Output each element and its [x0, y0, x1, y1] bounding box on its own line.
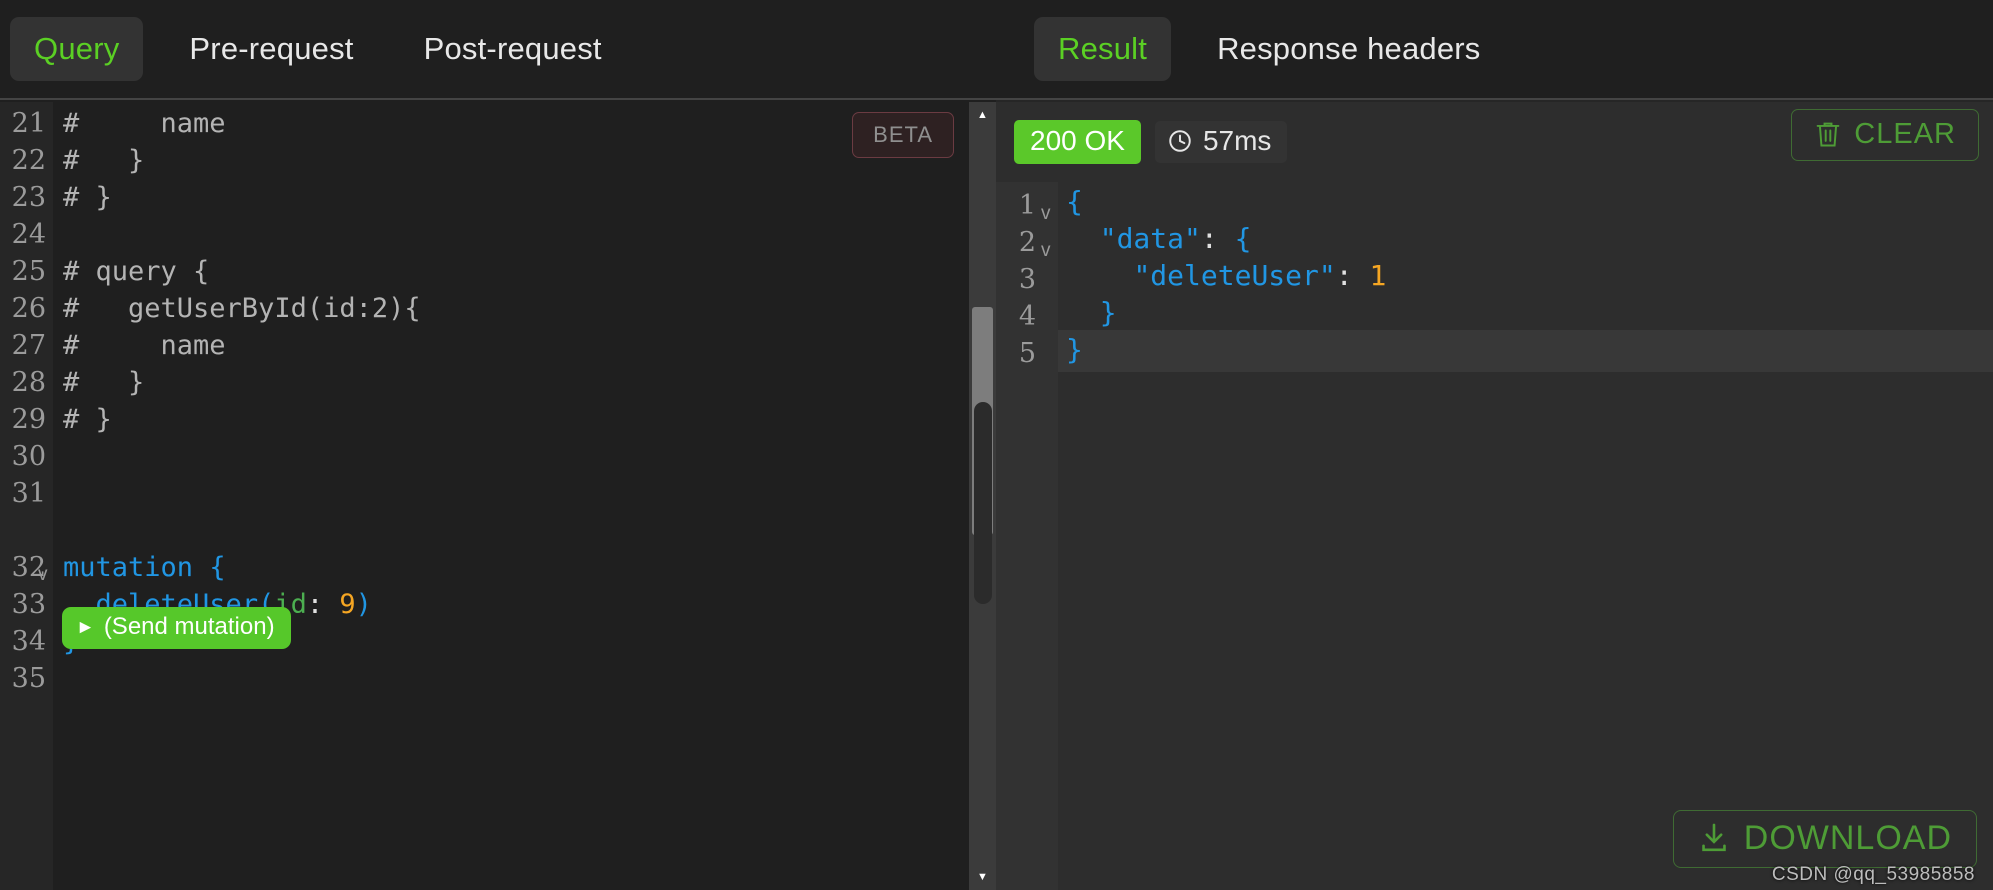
duration-badge: 57ms — [1154, 121, 1288, 163]
json-line-close-inner: } — [1066, 299, 1117, 327]
response-status-bar: 200 OK 57ms CLEAR — [996, 102, 1993, 182]
token-number: 9 — [339, 589, 356, 620]
code-line: # getUserById(id:2){ — [63, 293, 421, 324]
token-indent-3 — [1066, 296, 1100, 329]
response-line-number: 1 — [1018, 190, 1036, 221]
token-colon: : — [306, 589, 324, 620]
response-body[interactable]: 1 v 2 v 3 4 5 { "data": { "deleteUser": … — [996, 182, 1993, 890]
download-icon — [1698, 821, 1730, 855]
duration-label: 57ms — [1202, 125, 1272, 156]
json-line-open: { — [1066, 188, 1083, 216]
play-icon: ► — [76, 616, 95, 638]
tab-response-headers[interactable]: Response headers — [1193, 17, 1504, 81]
response-line-number: 2 — [1018, 227, 1036, 258]
scroll-down-arrow-icon[interactable]: ▼ — [969, 866, 996, 888]
request-panel: Query Pre-request Post-request 21 22 23 … — [0, 0, 996, 890]
clock-icon — [1167, 128, 1193, 154]
line-number: 34 — [11, 626, 46, 657]
token-keyword: mutation — [63, 552, 194, 583]
code-line: # name — [63, 108, 226, 139]
json-line-close-outer: } — [1066, 336, 1083, 364]
line-number: 21 — [11, 108, 46, 139]
code-line: # } — [63, 367, 145, 398]
code-line: # } — [63, 182, 112, 213]
token-brace: { — [1066, 185, 1083, 218]
token-key: "data" — [1099, 222, 1201, 255]
line-number: 29 — [11, 404, 46, 435]
token-key: "deleteUser" — [1133, 259, 1336, 292]
request-tabbar: Query Pre-request Post-request — [0, 0, 996, 100]
clear-button[interactable]: CLEAR — [1791, 109, 1979, 161]
json-line-data: "data": { — [1066, 222, 1252, 255]
query-editor[interactable]: 21 22 23 24 25 26 27 28 29 30 31 32 v 33… — [0, 102, 996, 890]
response-line-number: 3 — [1018, 264, 1036, 295]
token-brace: { — [209, 552, 226, 583]
download-button[interactable]: DOWNLOAD — [1672, 810, 1977, 868]
token-brace: } — [1099, 296, 1117, 329]
line-number: 26 — [11, 293, 46, 324]
fold-chevron-icon[interactable]: v — [1041, 241, 1051, 260]
token-paren-close: ) — [355, 589, 372, 620]
tab-pre-request[interactable]: Pre-request — [165, 17, 377, 81]
token-brace: } — [1066, 333, 1083, 366]
line-number: 30 — [11, 441, 46, 472]
page-scroll-thumb[interactable] — [974, 402, 992, 604]
clear-label: CLEAR — [1854, 117, 1956, 150]
line-number: 24 — [11, 219, 46, 250]
token-number: 1 — [1369, 259, 1387, 292]
line-number: 27 — [11, 330, 46, 361]
token-colon: : — [1335, 259, 1353, 292]
token-indent-2 — [1066, 259, 1133, 292]
code-line: # } — [63, 404, 112, 435]
scroll-up-arrow-icon[interactable]: ▲ — [969, 104, 996, 126]
code-line-mutation: mutation { — [63, 554, 226, 581]
line-number: 23 — [11, 182, 46, 213]
tab-post-request[interactable]: Post-request — [400, 17, 626, 81]
line-number: 35 — [11, 663, 46, 694]
code-line: # query { — [63, 256, 210, 287]
line-number: 28 — [11, 367, 46, 398]
send-mutation-label: (Send mutation) — [103, 613, 275, 640]
beta-badge: BETA — [852, 112, 954, 158]
token-space-2 — [323, 589, 339, 620]
status-badge: 200 OK — [1014, 120, 1141, 164]
response-line-number: 4 — [1018, 301, 1036, 332]
token-space-2 — [1353, 259, 1370, 292]
trash-icon — [1814, 119, 1842, 149]
json-line-deleteuser: "deleteUser": 1 — [1066, 262, 1386, 290]
token-brace: { — [1234, 222, 1252, 255]
token-colon: : — [1200, 222, 1218, 255]
active-line-highlight — [1058, 330, 1993, 372]
tab-query[interactable]: Query — [10, 17, 144, 81]
response-tabbar: Result Response headers — [996, 0, 1993, 100]
watermark: CSDN @qq_53985858 — [1771, 864, 1975, 885]
code-line: # } — [63, 145, 145, 176]
code-text-area[interactable]: # name # } # } # query { # getUserById(i… — [53, 102, 996, 890]
send-mutation-button[interactable]: ► (Send mutation) — [62, 607, 291, 649]
graphql-playground: Query Pre-request Post-request 21 22 23 … — [0, 0, 1993, 890]
response-line-number: 5 — [1018, 338, 1036, 369]
line-number: 22 — [11, 145, 46, 176]
download-label: DOWNLOAD — [1743, 819, 1952, 857]
tab-result[interactable]: Result — [1034, 17, 1172, 81]
code-line: # name — [63, 330, 226, 361]
fold-chevron-icon[interactable]: v — [38, 565, 48, 584]
fold-chevron-icon[interactable]: v — [1041, 204, 1051, 223]
line-number: 33 — [11, 589, 46, 620]
line-number: 25 — [11, 256, 46, 287]
response-panel: Result Response headers 200 OK 57ms CLEA… — [996, 0, 1993, 890]
line-number: 31 — [11, 478, 46, 509]
